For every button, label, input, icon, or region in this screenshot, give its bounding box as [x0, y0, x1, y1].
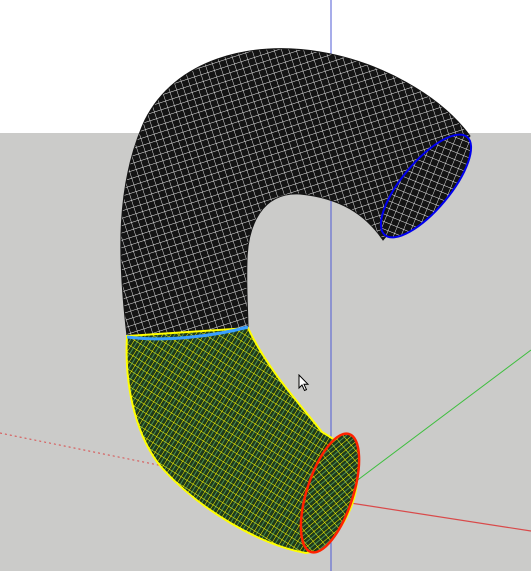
viewport-3d[interactable]	[0, 0, 531, 571]
mouse-pointer-icon	[298, 374, 310, 392]
model-scene[interactable]	[0, 0, 531, 571]
